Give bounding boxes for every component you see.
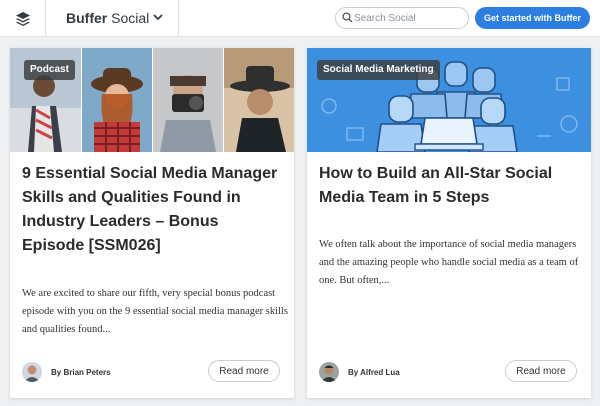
article-title[interactable]: 9 Essential Social Media Manager Skills … [22,162,284,258]
search-box[interactable] [335,7,469,29]
author-info: By Alfred Lua [319,361,400,383]
author-name: By Brian Peters [51,367,111,377]
divider [178,0,179,37]
chevron-down-icon[interactable] [152,11,164,23]
blog-name: Social [111,10,150,26]
get-started-button[interactable]: Get started with Buffer [475,7,590,29]
article-image[interactable]: Social Media Marketing [307,48,591,152]
top-bar: Buffer Social Get started with Buffer [0,0,600,37]
article-card[interactable]: Social Media Marketing How to Build an A… [307,48,591,398]
buffer-logo-button[interactable] [0,0,46,37]
article-card[interactable]: Podcast 9 Essential Social Media Manager… [10,48,294,398]
blog-switcher[interactable]: Buffer Social [66,10,149,26]
article-title[interactable]: How to Build an All-Star Social Media Te… [319,162,581,210]
avatar [319,362,339,382]
search-input[interactable] [354,10,464,26]
buffer-stack-icon [15,11,30,26]
author-info: By Brian Peters [22,361,111,383]
read-more-button[interactable]: Read more [208,360,280,382]
brand-name: Buffer [66,10,108,26]
category-badge[interactable]: Social Media Marketing [317,60,440,80]
article-excerpt: We are excited to share our fifth, very … [22,288,288,335]
category-badge[interactable]: Podcast [24,60,75,80]
search-icon [342,12,353,23]
read-more-button[interactable]: Read more [505,360,577,382]
article-image[interactable]: Podcast [10,48,294,152]
author-name: By Alfred Lua [348,367,400,377]
avatar [22,362,42,382]
article-excerpt: We often talk about the importance of so… [319,239,579,286]
